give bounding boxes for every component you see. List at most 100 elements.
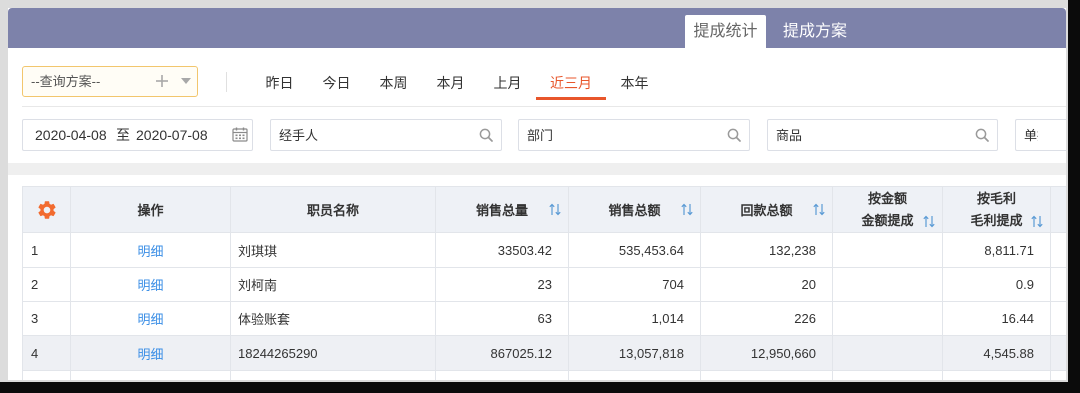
tab-commission-plans[interactable]: 提成方案 [772,15,858,48]
date-tab-this-week[interactable]: 本周 [365,70,422,100]
payment-amount-cell: 20 [700,267,833,302]
column-label-action: 操作 [137,203,164,218]
document-type-input[interactable] [1016,120,1066,150]
calendar-icon[interactable] [232,127,248,142]
column-label-payment-amount: 回款总额 [740,203,793,218]
date-range-start: 2020-04-08 [35,127,107,143]
empty-cell [22,370,71,380]
header-cell-sales-amount[interactable]: 销售总额 [568,186,701,233]
header-cell-profit-commission[interactable]: 按毛利 毛利提成 [942,186,1051,233]
amount-commission-cell [832,335,943,371]
department-field[interactable] [518,119,750,151]
date-range-picker[interactable]: 2020-04-08 至 2020-07-08 [22,119,253,151]
date-quick-tabs: 昨日 今日 本周 本月 上月 近三月 本年 [251,70,663,100]
search-icon[interactable] [479,128,493,142]
date-tab-last-three-months[interactable]: 近三月 [536,70,606,100]
search-icon[interactable] [727,128,741,142]
overflow-cell [1050,301,1066,336]
screenshot-frame: 提成统计 提成方案 --查询方案-- 昨日 今日 本周 本月 上月 近三月 本年… [0,0,1068,382]
header-cell-sales-quantity[interactable]: 销售总量 [435,186,569,233]
row-index-cell: 2 [22,267,71,302]
profit-commission-cell: 16.44 [942,301,1051,336]
handler-input[interactable] [271,120,501,150]
action-cell: 明细 [70,301,231,336]
empty-cell [700,370,833,380]
filter-separator-line [22,106,1066,107]
date-tab-today[interactable]: 今日 [308,70,365,100]
sort-icon[interactable] [681,203,693,216]
empty-cell [70,370,231,380]
filter-divider [226,72,227,92]
employee-name-cell: 18244265290 [230,335,436,371]
header-cell-action: 操作 [70,186,231,233]
sort-icon[interactable] [1031,215,1043,228]
date-tab-last-month[interactable]: 上月 [479,70,536,100]
action-cell: 明细 [70,335,231,371]
table-row: 3 明细 体验账套 63 1,014 226 16.44 [22,301,1066,336]
tab-commission-stats[interactable]: 提成统计 [685,15,766,48]
amount-commission-cell [832,267,943,302]
document-type-field[interactable] [1015,119,1066,151]
header-cell-settings [22,186,71,233]
profit-commission-cell: 0.9 [942,267,1051,302]
sales-amount-cell: 13,057,818 [568,335,701,371]
overflow-cell [1050,232,1066,268]
action-cell: 明细 [70,267,231,302]
sort-icon[interactable] [549,203,561,216]
product-input[interactable] [768,120,997,150]
payment-amount-cell: 132,238 [700,232,833,268]
header-cell-amount-commission[interactable]: 按金额 金额提成 [832,186,943,233]
section-separator-band [8,163,1066,175]
date-range-end: 2020-07-08 [136,127,208,143]
amount-commission-cell [832,232,943,268]
detail-link[interactable]: 明细 [137,244,163,259]
date-range-separator: 至 [116,127,130,143]
empty-cell [230,370,436,380]
sort-icon[interactable] [923,215,935,228]
header-cell-payment-amount[interactable]: 回款总额 [700,186,833,233]
query-scheme-select[interactable]: --查询方案-- [22,66,198,97]
plus-icon[interactable] [155,74,169,88]
employee-name-cell: 体验账套 [230,301,436,336]
date-tab-this-year[interactable]: 本年 [606,70,663,100]
product-field[interactable] [767,119,998,151]
amount-commission-cell [832,301,943,336]
row-index-cell: 4 [22,335,71,371]
search-icon[interactable] [975,128,989,142]
gear-icon[interactable] [36,199,58,221]
table-row: 2 明细 刘柯南 23 704 20 0.9 [22,267,1066,302]
table-row: 1 明细 刘琪琪 33503.42 535,453.64 132,238 8,8… [22,232,1066,268]
action-cell: 明细 [70,232,231,268]
column-group-label-amount: 按金额 [867,190,907,206]
sales-amount-cell: 535,453.64 [568,232,701,268]
table-header: 操作 职员名称 销售总量 销售总额 回款总额 按金额 金额提成 按毛利 毛利提成 [22,186,1066,233]
row-index-cell: 1 [22,232,71,268]
top-nav-bar: 提成统计 提成方案 [8,8,1066,48]
sales-amount-cell: 1,014 [568,301,701,336]
employee-name-cell: 刘琪琪 [230,232,436,268]
handler-field[interactable] [270,119,502,151]
table-header-row: 操作 职员名称 销售总量 销售总额 回款总额 按金额 金额提成 按毛利 毛利提成 [22,186,1066,233]
overflow-cell [1050,267,1066,302]
header-cell-overflow [1050,186,1066,233]
detail-link[interactable]: 明细 [137,278,163,293]
date-tab-this-month[interactable]: 本月 [422,70,479,100]
detail-link[interactable]: 明细 [137,347,163,362]
detail-link[interactable]: 明细 [137,312,163,327]
department-input[interactable] [519,120,749,150]
table-body: 1 明细 刘琪琪 33503.42 535,453.64 132,238 8,8… [22,232,1066,380]
date-tab-yesterday[interactable]: 昨日 [251,70,308,100]
sales-quantity-cell: 867025.12 [435,335,569,371]
sales-quantity-cell: 23 [435,267,569,302]
sales-quantity-cell: 33503.42 [435,232,569,268]
payment-amount-cell: 226 [700,301,833,336]
column-label-sales-quantity: 销售总量 [475,203,528,218]
column-label-sales-amount: 销售总额 [608,203,661,218]
sort-icon[interactable] [813,203,825,216]
table-row: 4 明细 18244265290 867025.12 13,057,818 12… [22,335,1066,371]
column-label-employee-name: 职员名称 [306,203,359,218]
commission-app-window: 提成统计 提成方案 --查询方案-- 昨日 今日 本周 本月 上月 近三月 本年… [8,8,1066,380]
caret-down-icon[interactable] [181,78,191,85]
empty-cell [942,370,1051,380]
employee-name-cell: 刘柯南 [230,267,436,302]
